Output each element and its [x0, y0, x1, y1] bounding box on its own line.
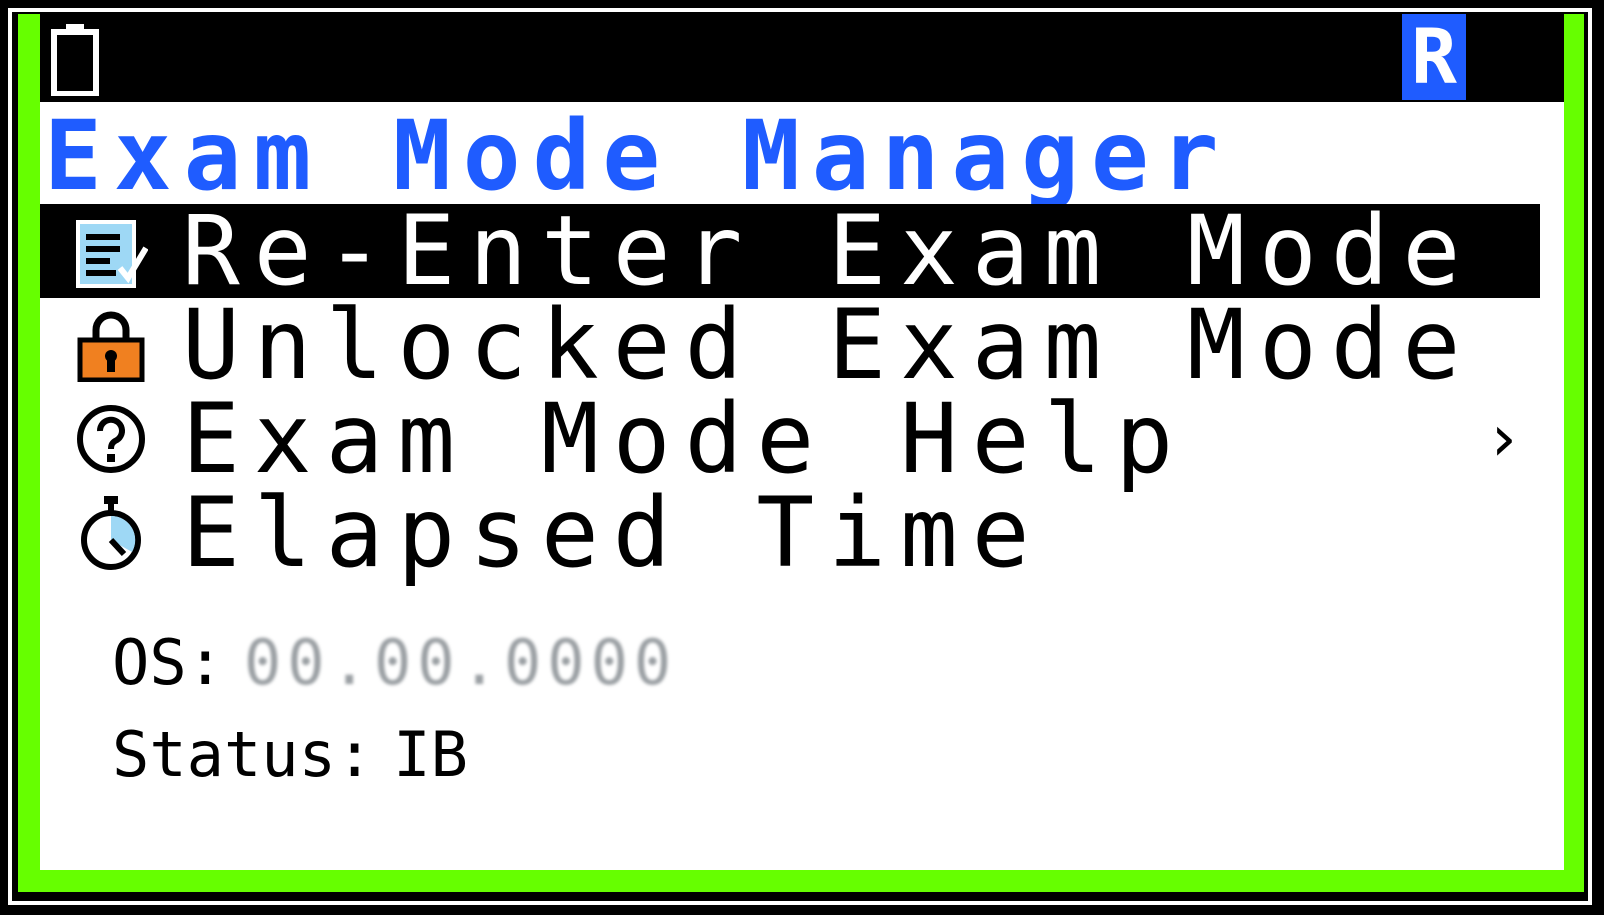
menu-item-unlocked-exam-mode[interactable]: Unlocked Exam Mode [40, 289, 1540, 401]
menu-item-label: Elapsed Time [182, 477, 1044, 589]
menu-item-re-enter-exam-mode[interactable]: Re-Enter Exam Mode [40, 195, 1540, 307]
padlock-icon [77, 311, 145, 382]
menu-item-exam-mode-help[interactable]: Exam Mode Help › [40, 383, 1540, 495]
status-label: Status: [112, 718, 374, 791]
menu-item-elapsed-time[interactable]: Elapsed Time [40, 477, 1540, 589]
os-version-value: 00.00.0000 [243, 626, 678, 699]
chevron-right-icon: › [1484, 402, 1523, 476]
menu-item-label: Unlocked Exam Mode [182, 289, 1475, 401]
battery-icon [51, 24, 99, 96]
notepad-check-icon [76, 220, 148, 288]
mode-badge: R [1402, 14, 1466, 100]
question-circle-icon [77, 405, 145, 473]
status-value: IB [393, 718, 468, 791]
os-label: OS: [112, 626, 224, 699]
page-title: Exam Mode Manager [44, 100, 1231, 212]
status-row: Status: IB [112, 720, 468, 790]
stopwatch-icon [81, 496, 141, 570]
status-bar: R [40, 14, 1564, 102]
menu-item-label: Exam Mode Help [182, 383, 1188, 495]
os-version-row: OS: 00.00.0000 [112, 628, 677, 698]
calculator-screen: R Exam Mode Manager Re-Enter Exam Mode U… [40, 14, 1564, 870]
menu-item-label: Re-Enter Exam Mode [182, 195, 1475, 307]
menu-list: Re-Enter Exam Mode Unlocked Exam Mode Ex… [40, 195, 1540, 589]
